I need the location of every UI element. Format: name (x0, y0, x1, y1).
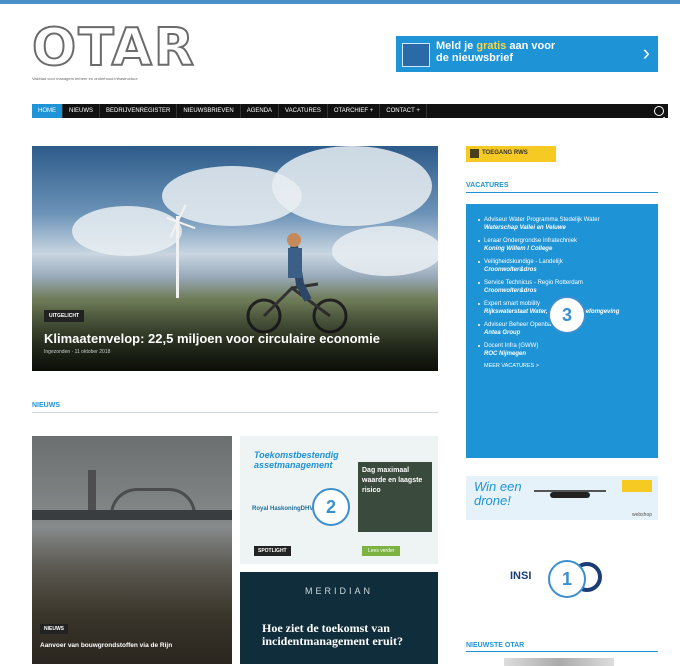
nav-item-nieuws[interactable]: NIEUWS (63, 104, 100, 118)
vacature-item[interactable]: Leraar Ondergrondse infratechniek Koning … (478, 237, 648, 253)
ad-panel: Dag maximaal waarde en laagste risico (358, 462, 432, 532)
newsletter-banner[interactable]: Meld je gratis aan voor de nieuwsbrief › (396, 36, 658, 72)
nav-item-bedrijvenregister[interactable]: BEDRIJVENREGISTER (100, 104, 178, 118)
cloud-shape (72, 206, 182, 256)
rws-icon (470, 149, 479, 158)
drone-tag (622, 480, 652, 492)
vacatures-divider (466, 192, 658, 193)
bridge-shape (32, 510, 232, 520)
ad-headline: Toekomstbestendig assetmanagement (254, 450, 339, 470)
site-logo[interactable]: OTAR Vakblad voor managers beheer en ond… (31, 18, 212, 86)
news-category-badge[interactable]: NIEUWS (40, 624, 68, 634)
news-divider (32, 412, 438, 413)
vacature-item[interactable]: Adviseur Water Programma Stedelijk Water… (478, 216, 648, 232)
read-more-button[interactable]: Lees verder (362, 546, 401, 556)
hero-category-badge[interactable]: UITGELICHT (44, 310, 84, 322)
cloud-shape (272, 146, 432, 226)
nav-item-home[interactable]: HOME (32, 104, 63, 118)
hero-meta: Ingezonden · 11 oktober 2018 (44, 349, 111, 355)
vacatures-heading: VACATURES (466, 182, 509, 189)
wind-turbine (176, 216, 179, 298)
vacature-item[interactable]: Veiligheidskundige - Landelijk Croonwolte… (478, 258, 648, 274)
more-vacatures-link[interactable]: MEER VACATURES > (466, 363, 658, 369)
newsletter-text: Meld je gratis aan voor de nieuwsbrief (436, 40, 556, 64)
insite-logo-text: INSI (510, 570, 532, 582)
nav-item-vacatures[interactable]: VACATURES (279, 104, 328, 118)
chevron-right-icon: › (642, 40, 650, 65)
drone-ad-text: Win een drone! (474, 479, 522, 508)
vacature-item[interactable]: Service Technicus - Regio Rotterdam Croon… (478, 279, 648, 295)
otar-cover-thumb[interactable] (504, 658, 614, 666)
news-card-title[interactable]: Aanvoer van bouwgrondstoffen via de Rijn (40, 642, 230, 649)
drone-footer: webshop (631, 512, 652, 518)
hero-title[interactable]: Klimaatenvelop: 22,5 miljoen voor circul… (44, 331, 380, 346)
vacature-item[interactable]: Docent Infra (GWW) ROC Nijmegen (478, 342, 648, 358)
tower-shape (88, 470, 96, 514)
search-icon[interactable] (654, 106, 664, 116)
spotlight-badge[interactable]: SPOTLIGHT (254, 546, 291, 556)
news-heading: NIEUWS (32, 402, 60, 409)
news-card-meridian[interactable]: MERIDIAN Hoe ziet de toekomst van incide… (240, 572, 438, 664)
nav-item-contact[interactable]: CONTACT + (380, 104, 427, 118)
annotation-badge-1: 1 (548, 560, 586, 598)
news-card-rijn[interactable]: NIEUWS Aanvoer van bouwgrondstoffen via … (32, 436, 232, 664)
nieuwste-otar-divider (466, 651, 658, 652)
nav-item-nieuwsbrieven[interactable]: NIEUWSBRIEVEN (177, 104, 241, 118)
nav-item-otarchief[interactable]: OTARCHIEF + (328, 104, 381, 118)
meridian-brand: MERIDIAN (304, 586, 373, 596)
newsletter-icon (402, 43, 430, 67)
main-nav: HOME NIEUWS BEDRIJVENREGISTER NIEUWSBRIE… (32, 104, 668, 118)
annotation-badge-2: 2 (312, 488, 350, 526)
ad-logo: Royal HaskoningDHV (252, 506, 314, 512)
hero-article[interactable]: UITGELICHT Klimaatenvelop: 22,5 miljoen … (32, 146, 438, 371)
nav-item-agenda[interactable]: AGENDA (241, 104, 280, 118)
toegang-rws-button[interactable]: TOEGANG RWS (466, 146, 556, 162)
logo-text: OTAR (31, 18, 196, 78)
top-accent-line (0, 0, 680, 4)
drone-icon (550, 492, 590, 498)
nieuwste-otar-heading: NIEUWSTE OTAR (466, 642, 525, 649)
annotation-badge-3: 3 (548, 296, 586, 334)
drone-ad[interactable]: Win een drone! webshop (466, 476, 658, 520)
meridian-headline[interactable]: Hoe ziet de toekomst van incidentmanagem… (262, 622, 438, 648)
